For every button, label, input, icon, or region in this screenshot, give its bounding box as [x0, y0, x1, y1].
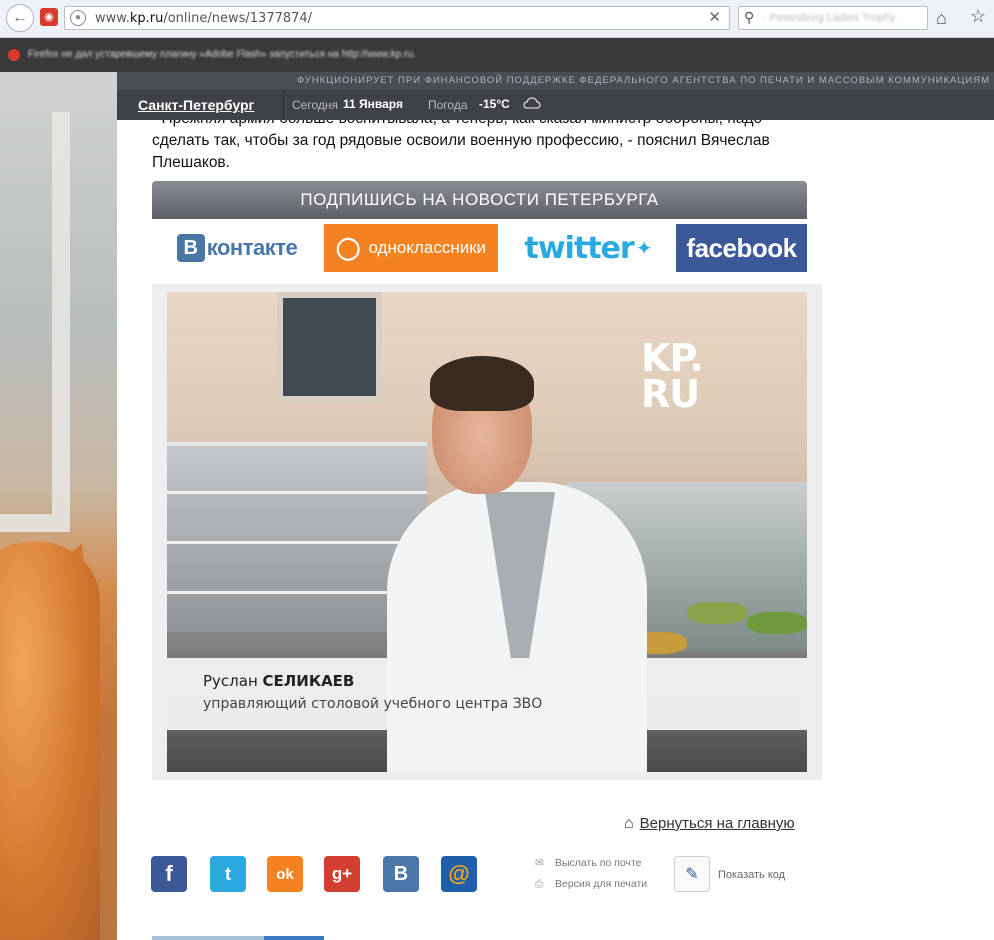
kp-ru-watermark: KP. RU	[641, 336, 704, 416]
article-line: сделать так, чтобы за год рядовые освоил…	[152, 132, 770, 149]
share-googleplus-button[interactable]: g+	[324, 856, 360, 892]
googleplus-icon: g+	[331, 864, 353, 883]
printer-icon: ⎙	[535, 878, 544, 890]
video-caption: Руслан СЕЛИКАЕВ управляющий столовой уче…	[167, 658, 807, 730]
search-icon: ⚲	[744, 9, 755, 25]
back-arrow-icon: ←	[12, 9, 28, 26]
clear-url-icon[interactable]: ✕	[708, 8, 721, 26]
share-vkontakte-button[interactable]: B	[383, 856, 419, 892]
today-date: 11 Января	[343, 97, 403, 111]
plugin-notification-bar: Firefox не дал устаревшему плагину «Adob…	[0, 38, 994, 72]
vk-label: контакте	[206, 235, 298, 260]
back-to-main-link[interactable]: ⌂ Вернуться на главную	[624, 815, 795, 833]
share-twitter-button[interactable]: t	[210, 856, 246, 892]
plugin-notification-text: Firefox не дал устаревшему плагину «Adob…	[28, 49, 416, 60]
print-link[interactable]: ⎙ Версия для печати	[535, 878, 647, 891]
twitter-icon: t	[225, 863, 231, 884]
speaker-role: управляющий столовой учебного центра ЗВО	[203, 696, 543, 712]
weather-temperature: -15°C	[479, 97, 510, 111]
vkontakte-subscribe-button[interactable]: B контакте	[160, 224, 314, 272]
facebook-icon: f	[165, 861, 173, 886]
browser-toolbar: ← ◉ ● www.kp.ru/online/news/1377874/ ✕ ⚲…	[0, 0, 994, 38]
speaker-name: Руслан СЕЛИКАЕВ	[203, 672, 355, 690]
address-bar[interactable]: ● www.kp.ru/online/news/1377874/ ✕	[64, 6, 730, 30]
plugin-warning-icon	[8, 49, 20, 61]
twitter-label: twitter	[524, 230, 635, 266]
share-odnoklassniki-button[interactable]: ok	[267, 856, 303, 892]
twitter-bird-icon: ✦	[635, 236, 653, 260]
vk-logo-icon: B	[176, 234, 205, 262]
site-favicon-icon: ◉	[40, 8, 58, 26]
email-link[interactable]: ✉ Выслать по почте	[535, 857, 641, 869]
funding-strip: ФУНКЦИОНИРУЕТ ПРИ ФИНАНСОВОЙ ПОДДЕРЖКЕ Ф…	[117, 72, 994, 90]
article-line: Плешаков.	[152, 154, 230, 171]
globe-icon: ●	[70, 10, 86, 26]
bookmark-star-icon[interactable]: ☆	[970, 6, 986, 27]
facebook-subscribe-button[interactable]: facebook	[676, 224, 807, 272]
bottom-tab-strip	[152, 936, 324, 940]
funding-text: ФУНКЦИОНИРУЕТ ПРИ ФИНАНСОВОЙ ПОДДЕРЖКЕ Ф…	[296, 75, 990, 86]
url-text[interactable]: www.kp.ru/online/news/1377874/	[95, 11, 312, 26]
home-icon: ⌂	[624, 815, 634, 832]
odnoklassniki-subscribe-button[interactable]: ◯ одноклассники	[324, 224, 498, 272]
weather-label: Погода	[428, 98, 468, 112]
twitter-subscribe-button[interactable]: twitter ✦	[510, 224, 666, 272]
facebook-label: facebook	[686, 232, 797, 263]
back-button[interactable]: ←	[6, 4, 34, 32]
home-icon[interactable]: ⌂	[936, 8, 947, 29]
odnoklassniki-icon: ok	[276, 865, 294, 883]
background-image	[0, 72, 117, 940]
vk-icon: B	[393, 862, 409, 885]
share-facebook-button[interactable]: f	[151, 856, 187, 892]
show-code-button[interactable]: ✎	[674, 856, 710, 892]
city-link[interactable]: Санкт-Петербург	[138, 97, 254, 113]
ok-logo-icon: ◯	[335, 235, 361, 260]
search-input[interactable]: ⚲ - Petersburg Ladies Trophy	[738, 6, 928, 30]
envelope-icon: ✉	[535, 857, 544, 869]
city-bar-overlay: Санкт-Петербург Сегодня 11 Января Погода…	[117, 90, 994, 120]
mailru-icon: @	[448, 861, 470, 886]
share-mailru-button[interactable]: @	[441, 856, 477, 892]
search-placeholder: - Petersburg Ladies Trophy	[763, 12, 896, 24]
today-label: Сегодня	[292, 98, 338, 112]
show-code-label[interactable]: Показать код	[718, 869, 785, 881]
cloud-icon	[523, 97, 541, 109]
subscribe-heading: ПОДПИШИСЬ НА НОВОСТИ ПЕТЕРБУРГА	[152, 181, 807, 219]
pencil-icon: ✎	[685, 866, 699, 883]
ok-label: одноклассники	[368, 238, 487, 257]
